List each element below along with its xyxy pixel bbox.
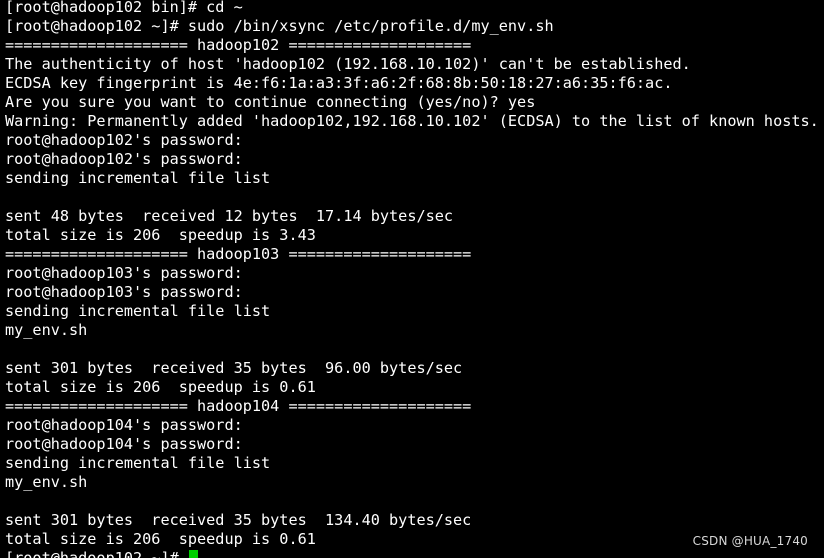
terminal-line: ==================== hadoop102 =========…: [5, 36, 472, 54]
terminal-line: my_env.sh: [5, 321, 88, 339]
terminal-line: my_env.sh: [5, 473, 88, 491]
terminal-line: root@hadoop102's password:: [5, 131, 243, 149]
terminal-line: sending incremental file list: [5, 302, 271, 320]
terminal-line: [root@hadoop102 bin]# cd ~: [5, 0, 243, 16]
terminal-line: sending incremental file list: [5, 169, 271, 187]
terminal-line: ECDSA key fingerprint is 4e:f6:1a:a3:3f:…: [5, 74, 673, 92]
terminal-line: Are you sure you want to continue connec…: [5, 93, 536, 111]
watermark: CSDN @HUA_1740: [692, 534, 808, 548]
terminal-line: root@hadoop104's password:: [5, 416, 243, 434]
terminal-window[interactable]: [root@hadoop102 bin]# cd ~ [root@hadoop1…: [0, 0, 824, 558]
terminal-line: root@hadoop103's password:: [5, 283, 243, 301]
terminal-output: [root@hadoop102 bin]# cd ~ [root@hadoop1…: [5, 0, 823, 558]
terminal-line: ==================== hadoop103 =========…: [5, 245, 472, 263]
terminal-line: sent 301 bytes received 35 bytes 134.40 …: [5, 511, 472, 529]
terminal-line: Warning: Permanently added 'hadoop102,19…: [5, 112, 819, 130]
terminal-line: [root@hadoop102 ~]# sudo /bin/xsync /etc…: [5, 17, 554, 35]
terminal-line: root@hadoop104's password:: [5, 435, 243, 453]
terminal-line: total size is 206 speedup is 0.61: [5, 378, 316, 396]
prompt-text: [root@hadoop102 ~]#: [5, 549, 188, 558]
terminal-line: The authenticity of host 'hadoop102 (192…: [5, 55, 691, 73]
terminal-line: sending incremental file list: [5, 454, 271, 472]
prompt-line[interactable]: [root@hadoop102 ~]#: [5, 549, 823, 558]
terminal-line: root@hadoop103's password:: [5, 264, 243, 282]
cursor: [188, 550, 198, 558]
terminal-line: ==================== hadoop104 =========…: [5, 397, 472, 415]
terminal-line: sent 48 bytes received 12 bytes 17.14 by…: [5, 207, 454, 225]
terminal-line: sent 301 bytes received 35 bytes 96.00 b…: [5, 359, 463, 377]
terminal-line: root@hadoop102's password:: [5, 150, 243, 168]
terminal-line: total size is 206 speedup is 3.43: [5, 226, 316, 244]
